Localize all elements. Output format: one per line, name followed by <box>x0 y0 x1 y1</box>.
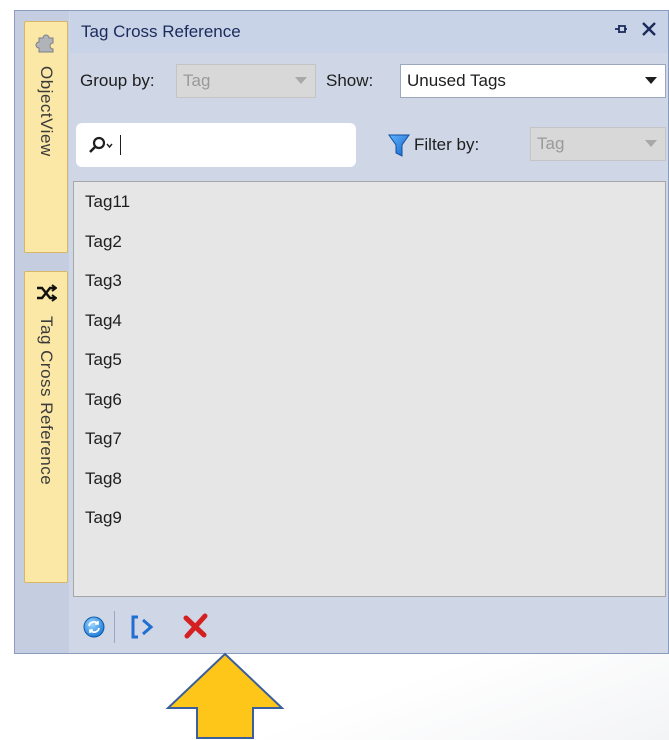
side-tab-strip: ObjectView Tag Cross Reference <box>15 11 69 653</box>
goto-icon[interactable] <box>130 615 156 639</box>
show-value: Unused Tags <box>407 71 506 90</box>
list-item[interactable]: Tag6 <box>74 380 665 420</box>
pointer-arrow-icon <box>165 652 285 739</box>
panel-title: Tag Cross Reference <box>81 22 241 41</box>
side-tab-objectview[interactable]: ObjectView <box>24 21 68 253</box>
close-icon[interactable] <box>640 20 658 38</box>
list-item[interactable]: Tag9 <box>74 498 665 538</box>
filter-by-dropdown[interactable]: Tag <box>530 127 666 161</box>
tag-cross-reference-window: ObjectView Tag Cross Reference Tag Cross… <box>14 10 669 654</box>
group-by-dropdown[interactable]: Tag <box>176 64 316 98</box>
search-filter-row: Filter by: Tag <box>70 121 668 169</box>
search-input[interactable] <box>76 123 356 167</box>
text-caret <box>120 135 121 155</box>
chevron-down-icon <box>295 77 307 84</box>
chevron-down-icon <box>645 77 657 84</box>
list-item[interactable]: Tag2 <box>74 222 665 262</box>
side-tab-label: ObjectView <box>37 66 56 157</box>
refresh-icon[interactable] <box>83 616 105 638</box>
group-by-value: Tag <box>183 71 211 90</box>
list-item[interactable]: Tag7 <box>74 419 665 459</box>
puzzle-icon <box>25 28 67 58</box>
bottom-toolbar <box>70 603 668 649</box>
tag-cross-reference-panel: Tag Cross Reference Group by: Tag Show: … <box>70 11 668 653</box>
show-dropdown[interactable]: Unused Tags <box>400 64 666 98</box>
list-item[interactable]: Tag3 <box>74 261 665 301</box>
toolbar-separator <box>114 611 115 643</box>
background-decoration <box>0 640 669 740</box>
list-item[interactable]: Tag8 <box>74 459 665 499</box>
chevron-down-icon <box>645 140 657 147</box>
filter-icon[interactable] <box>388 133 410 159</box>
list-item[interactable]: Tag5 <box>74 340 665 380</box>
side-tab-label: Tag Cross Reference <box>37 316 56 486</box>
panel-titlebar: Tag Cross Reference <box>70 11 668 53</box>
filter-by-label: Filter by: <box>414 135 480 154</box>
pin-icon[interactable] <box>612 20 630 38</box>
group-by-label: Group by: <box>80 71 155 90</box>
list-item[interactable]: Tag11 <box>74 182 665 222</box>
list-item[interactable]: Tag4 <box>74 301 665 341</box>
filter-by-value: Tag <box>537 134 565 153</box>
group-show-row: Group by: Tag Show: Unused Tags <box>70 59 668 103</box>
shuffle-icon <box>25 278 67 308</box>
tag-list: Tag11 Tag2 Tag3 Tag4 Tag5 Tag6 Tag7 Tag8… <box>73 181 666 597</box>
side-tab-tag-cross-reference[interactable]: Tag Cross Reference <box>24 271 68 583</box>
show-label: Show: <box>326 71 374 90</box>
search-icon[interactable] <box>88 135 114 155</box>
delete-icon[interactable] <box>183 613 209 639</box>
